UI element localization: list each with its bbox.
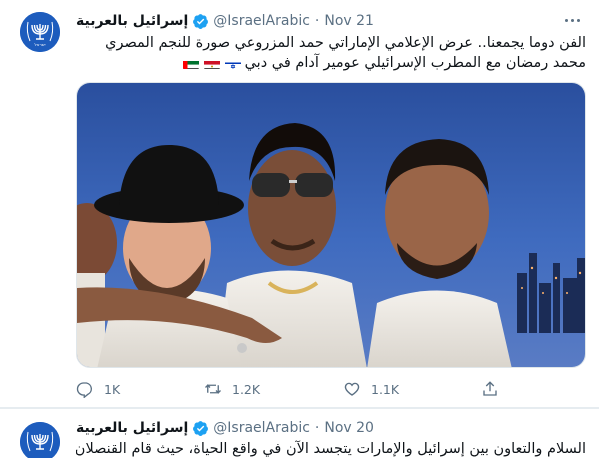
flag-emojis bbox=[182, 58, 241, 69]
egypt-flag-icon bbox=[203, 58, 220, 69]
timestamp[interactable]: Nov 21 bbox=[324, 13, 374, 29]
tweet-text-line-2: محمد رمضان مع المطرب الإسرائيلي عومير آد… bbox=[76, 53, 586, 73]
tweet-photo[interactable] bbox=[76, 82, 586, 368]
share-button[interactable] bbox=[481, 380, 499, 398]
like-count: 1.1K bbox=[371, 381, 400, 397]
israel-flag-icon bbox=[224, 58, 241, 69]
separator: · bbox=[314, 420, 320, 436]
uae-flag-icon bbox=[182, 58, 199, 69]
tweet-header: إسرائيل بالعربية @IsraelArabic · Nov 21 bbox=[76, 11, 374, 31]
menorah-emblem-icon: ישראל bbox=[20, 12, 60, 52]
display-name[interactable]: إسرائيل بالعربية bbox=[76, 13, 188, 29]
photo-image bbox=[77, 83, 585, 367]
more-options-icon[interactable] bbox=[561, 10, 583, 30]
verified-badge-icon bbox=[192, 420, 209, 437]
verified-badge-icon bbox=[192, 13, 209, 30]
tweet[interactable]: ישראל إسرائيل بالعربية @IsraelArabic · N… bbox=[0, 0, 599, 408]
handle[interactable]: @IsraelArabic bbox=[213, 13, 310, 29]
retweet-button[interactable]: 1.2K bbox=[204, 380, 260, 398]
menorah-emblem-icon bbox=[20, 422, 60, 458]
avatar[interactable]: ישראל bbox=[20, 12, 60, 52]
tweet-header: إسرائيل بالعربية @IsraelArabic · Nov 20 bbox=[76, 418, 374, 438]
reply-count: 1K bbox=[104, 381, 121, 397]
separator: · bbox=[314, 13, 320, 29]
like-icon bbox=[344, 382, 360, 396]
avatar[interactable] bbox=[20, 422, 60, 458]
svg-text:ישראל: ישראל bbox=[35, 42, 46, 47]
tweet-text-line: السلام والتعاون بين إسرائيل والإمارات يت… bbox=[76, 441, 586, 457]
reply-icon bbox=[76, 382, 92, 398]
handle[interactable]: @IsraelArabic bbox=[213, 420, 310, 436]
tweet-text-line: محمد رمضان مع المطرب الإسرائيلي عومير آد… bbox=[244, 55, 586, 71]
reply-button[interactable]: 1K bbox=[76, 380, 120, 398]
display-name[interactable]: إسرائيل بالعربية bbox=[76, 420, 188, 436]
tweet-text: الفن دوما يجمعنا.. عرض الإعلامي الإمارات… bbox=[76, 33, 586, 73]
like-button[interactable]: 1.1K bbox=[343, 380, 399, 398]
share-icon bbox=[483, 381, 497, 396]
timestamp[interactable]: Nov 20 bbox=[324, 420, 374, 436]
retweet-count: 1.2K bbox=[232, 381, 261, 397]
retweet-icon bbox=[205, 384, 221, 394]
tweet-actions: 1K 1.2K 1.1K bbox=[76, 378, 586, 400]
tweet-text: السلام والتعاون بين إسرائيل والإمارات يت… bbox=[76, 439, 586, 458]
tweet[interactable]: إسرائيل بالعربية @IsraelArabic · Nov 20 … bbox=[0, 408, 599, 458]
tweet-text-line: الفن دوما يجمعنا.. عرض الإعلامي الإمارات… bbox=[105, 35, 586, 51]
